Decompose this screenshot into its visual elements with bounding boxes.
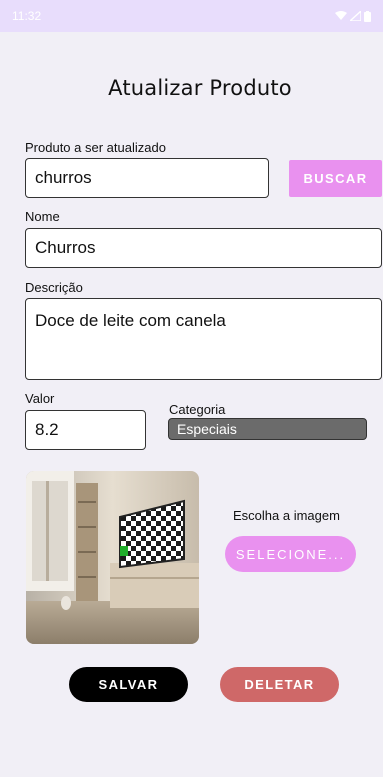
signal-icon xyxy=(350,11,361,21)
save-button[interactable]: SALVAR xyxy=(69,667,188,702)
category-label: Categoria xyxy=(169,402,226,417)
search-label: Produto a ser atualizado xyxy=(25,140,166,155)
name-field[interactable]: Churros xyxy=(25,228,382,268)
search-button[interactable]: BUSCAR xyxy=(289,160,382,197)
page-title: Atualizar Produto xyxy=(108,76,292,100)
status-bar: 11:32 xyxy=(0,0,383,32)
delete-button[interactable]: DELETAR xyxy=(220,667,339,702)
search-input[interactable]: churros xyxy=(25,158,269,198)
price-label: Valor xyxy=(25,391,55,406)
product-image xyxy=(26,471,199,644)
name-label: Nome xyxy=(25,209,60,224)
battery-icon xyxy=(364,10,371,22)
category-select[interactable]: Especiais xyxy=(168,418,367,440)
description-label: Descrição xyxy=(25,280,83,295)
select-image-button[interactable]: SELECIONE... xyxy=(225,536,356,572)
status-time: 11:32 xyxy=(12,9,42,23)
price-field[interactable]: 8.2 xyxy=(25,410,146,450)
description-field[interactable]: Doce de leite com canela xyxy=(25,298,382,380)
image-prompt: Escolha a imagem xyxy=(233,508,340,523)
wifi-icon xyxy=(335,11,347,20)
status-icons xyxy=(335,10,371,22)
